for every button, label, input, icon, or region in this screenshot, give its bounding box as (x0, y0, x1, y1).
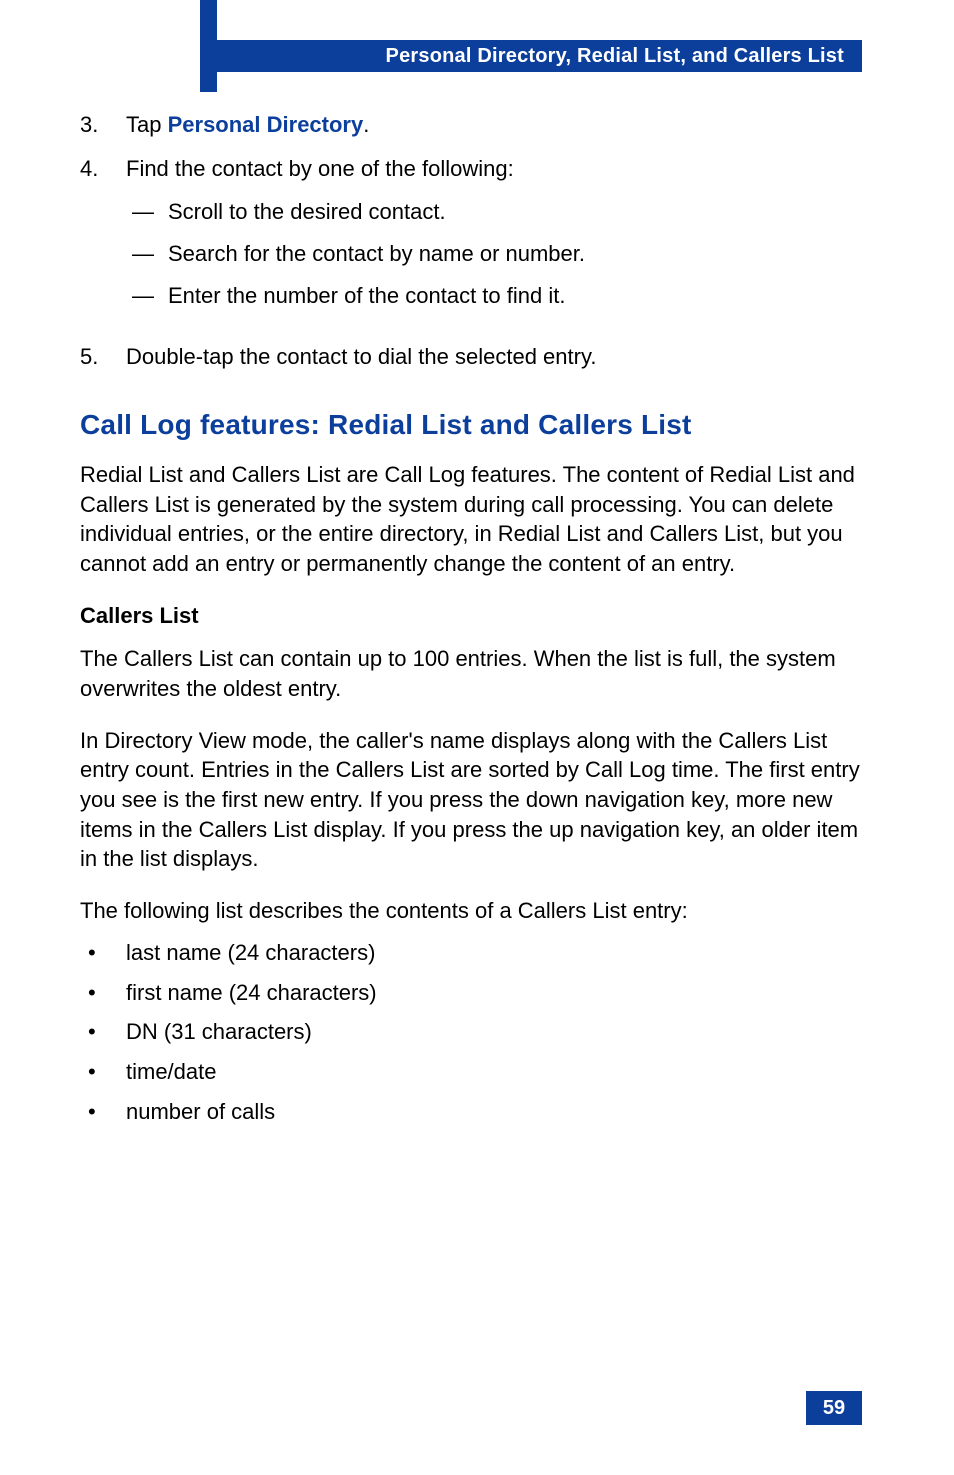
step-5: 5. Double-tap the contact to dial the se… (80, 342, 870, 372)
sub-item: — Search for the contact by name or numb… (126, 239, 870, 269)
step-text-suffix: . (363, 112, 369, 137)
dash-icon: — (132, 239, 168, 269)
step-4: 4. Find the contact by one of the follow… (80, 154, 870, 323)
list-item: • time/date (80, 1057, 870, 1087)
step-body: Find the contact by one of the following… (126, 154, 870, 323)
bullet-text: time/date (126, 1057, 217, 1087)
bullet-icon: • (80, 1057, 126, 1087)
paragraph: The following list describes the content… (80, 896, 870, 926)
bullet-icon: • (80, 1097, 126, 1127)
sub-item: — Scroll to the desired contact. (126, 197, 870, 227)
step-number: 4. (80, 154, 126, 323)
dash-icon: — (132, 197, 168, 227)
section-heading: Call Log features: Redial List and Calle… (80, 406, 870, 444)
bullet-icon: • (80, 978, 126, 1008)
bullet-text: DN (31 characters) (126, 1017, 312, 1047)
paragraph: In Directory View mode, the caller's nam… (80, 726, 870, 874)
sub-list: — Scroll to the desired contact. — Searc… (126, 197, 870, 310)
bullet-icon: • (80, 1017, 126, 1047)
step-number: 5. (80, 342, 126, 372)
list-item: • first name (24 characters) (80, 978, 870, 1008)
sub-text: Scroll to the desired contact. (168, 197, 446, 227)
page-header: Personal Directory, Redial List, and Cal… (0, 0, 954, 80)
header-title: Personal Directory, Redial List, and Cal… (386, 45, 844, 68)
step-number: 3. (80, 110, 126, 140)
step-3: 3. Tap Personal Directory. (80, 110, 870, 140)
step-text-prefix: Tap (126, 112, 168, 137)
sub-text: Search for the contact by name or number… (168, 239, 585, 269)
dash-icon: — (132, 281, 168, 311)
paragraph: Redial List and Callers List are Call Lo… (80, 460, 870, 579)
bullet-text: number of calls (126, 1097, 275, 1127)
sub-heading: Callers List (80, 601, 870, 631)
list-item: • DN (31 characters) (80, 1017, 870, 1047)
page-content: 3. Tap Personal Directory. 4. Find the c… (80, 110, 870, 1136)
step-text: Find the contact by one of the following… (126, 156, 514, 181)
personal-directory-link: Personal Directory (168, 112, 364, 137)
sub-text: Enter the number of the contact to find … (168, 281, 565, 311)
page-number: 59 (823, 1397, 845, 1420)
bullet-icon: • (80, 938, 126, 968)
list-item: • last name (24 characters) (80, 938, 870, 968)
page-number-box: 59 (806, 1391, 862, 1425)
header-bar: Personal Directory, Redial List, and Cal… (217, 40, 862, 72)
paragraph: The Callers List can contain up to 100 e… (80, 644, 870, 703)
sub-item: — Enter the number of the contact to fin… (126, 281, 870, 311)
bullet-text: first name (24 characters) (126, 978, 377, 1008)
step-text: Double-tap the contact to dial the selec… (126, 342, 870, 372)
bullet-text: last name (24 characters) (126, 938, 375, 968)
list-item: • number of calls (80, 1097, 870, 1127)
step-body: Tap Personal Directory. (126, 110, 870, 140)
bullet-list: • last name (24 characters) • first name… (80, 938, 870, 1126)
header-sidebar-tab (200, 0, 217, 92)
